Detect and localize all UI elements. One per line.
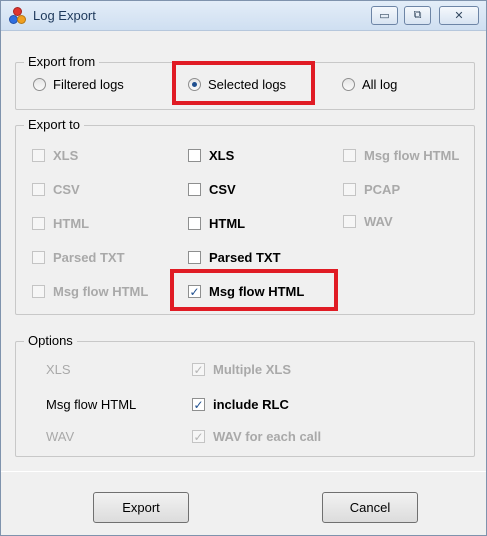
export-to-label: Export to bbox=[24, 117, 85, 132]
cancel-button[interactable]: Cancel bbox=[322, 492, 418, 523]
checkbox-wav-for-each-call: ✓ WAV for each call bbox=[192, 429, 321, 444]
checkbox-label: CSV bbox=[209, 182, 236, 197]
checkbox-label: include RLC bbox=[213, 397, 289, 412]
checkbox-col3-pcap: PCAP bbox=[343, 182, 400, 197]
checkbox-label: PCAP bbox=[364, 182, 401, 197]
footer-separator bbox=[1, 471, 486, 472]
checkmark-icon[interactable]: ✓ bbox=[192, 398, 205, 411]
checkbox-col3-wav: WAV bbox=[343, 214, 393, 229]
checkbox-box[interactable] bbox=[188, 183, 201, 196]
log-export-window: Log Export ▭ ⧉ ✕ Export from Filtered lo… bbox=[0, 0, 487, 536]
checkbox-col1-xls: XLS bbox=[32, 148, 78, 163]
radio-all-log[interactable]: All log bbox=[342, 77, 397, 92]
minimize-button[interactable]: ▭ bbox=[371, 6, 398, 25]
checkbox-label: Msg flow HTML bbox=[364, 148, 460, 163]
checkbox-box bbox=[32, 183, 45, 196]
checkbox-label: XLS bbox=[53, 148, 79, 163]
highlight-box-selected-logs bbox=[172, 61, 315, 105]
checkbox-label: HTML bbox=[53, 216, 90, 231]
checkbox-label: HTML bbox=[209, 216, 246, 231]
checkbox-label: Parsed TXT bbox=[53, 250, 125, 265]
checkbox-multiple-xls: ✓ Multiple XLS bbox=[192, 362, 291, 377]
checkbox-label: WAV for each call bbox=[213, 429, 322, 444]
export-from-label: Export from bbox=[24, 54, 100, 69]
app-icon bbox=[9, 7, 27, 25]
checkbox-box bbox=[32, 217, 45, 230]
checkbox-box[interactable] bbox=[188, 251, 201, 264]
checkbox-box bbox=[343, 215, 356, 228]
checkbox-col1-parsed-txt: Parsed TXT bbox=[32, 250, 125, 265]
checkbox-box[interactable] bbox=[188, 217, 201, 230]
checkbox-include-rlc[interactable]: ✓ include RLC bbox=[192, 397, 289, 412]
checkbox-col3-msg-flow-html: Msg flow HTML bbox=[343, 148, 459, 163]
checkbox-csv[interactable]: CSV bbox=[188, 182, 236, 197]
restore-button[interactable]: ⧉ bbox=[404, 6, 431, 25]
options-label: Options bbox=[24, 333, 77, 348]
options-row-name: WAV bbox=[46, 429, 75, 444]
checkbox-box bbox=[343, 183, 356, 196]
checkbox-col1-msg-flow-html: Msg flow HTML bbox=[32, 284, 148, 299]
checkbox-col1-html: HTML bbox=[32, 216, 89, 231]
checkbox-box bbox=[343, 149, 356, 162]
checkmark-icon: ✓ bbox=[192, 362, 205, 377]
radio-filtered-logs[interactable]: Filtered logs bbox=[33, 77, 124, 92]
export-button[interactable]: Export bbox=[93, 492, 189, 523]
checkbox-box[interactable] bbox=[188, 149, 201, 162]
highlight-box-msg-flow-html bbox=[170, 269, 338, 311]
minimize-icon: ▭ bbox=[379, 10, 390, 22]
checkbox-parsed-txt[interactable]: Parsed TXT bbox=[188, 250, 281, 265]
checkmark-icon: ✓ bbox=[192, 429, 205, 444]
checkbox-box bbox=[32, 149, 45, 162]
radio-circle[interactable] bbox=[342, 78, 355, 91]
options-row-name: XLS bbox=[46, 362, 71, 377]
checkbox-label: Msg flow HTML bbox=[53, 284, 149, 299]
checkbox-col1-csv: CSV bbox=[32, 182, 80, 197]
close-button[interactable]: ✕ bbox=[439, 6, 479, 25]
checkbox-label: WAV bbox=[364, 214, 393, 229]
checkbox-box bbox=[32, 285, 45, 298]
radio-label: Filtered logs bbox=[53, 77, 124, 92]
title-bar[interactable]: Log Export ▭ ⧉ ✕ bbox=[1, 1, 486, 31]
checkbox-label: Multiple XLS bbox=[213, 362, 291, 377]
checkbox-label: CSV bbox=[53, 182, 80, 197]
radio-label: All log bbox=[362, 77, 398, 92]
checkbox-label: XLS bbox=[209, 148, 235, 163]
radio-circle[interactable] bbox=[33, 78, 46, 91]
checkbox-box bbox=[32, 251, 45, 264]
checkbox-xls[interactable]: XLS bbox=[188, 148, 234, 163]
checkbox-html[interactable]: HTML bbox=[188, 216, 245, 231]
window-title: Log Export bbox=[33, 8, 96, 23]
restore-icon: ⧉ bbox=[413, 9, 422, 21]
checkbox-label: Parsed TXT bbox=[209, 250, 281, 265]
options-row-name: Msg flow HTML bbox=[46, 397, 137, 412]
close-icon: ✕ bbox=[454, 10, 464, 22]
